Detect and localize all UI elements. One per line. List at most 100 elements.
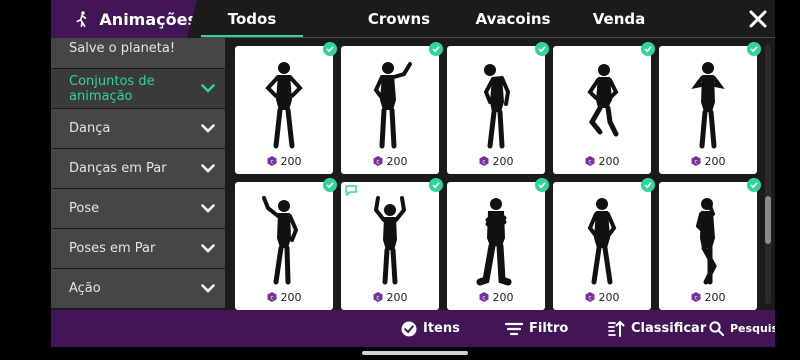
avacoin-icon: c xyxy=(479,292,488,302)
tab-crowns[interactable]: Crowns xyxy=(349,0,449,36)
svg-text:c: c xyxy=(588,158,591,165)
tab-bar: Todos Crowns Avacoins Venda xyxy=(201,0,721,38)
svg-text:c: c xyxy=(270,294,273,301)
app-window: Animações Todos Crowns Avacoins Venda Sa… xyxy=(51,0,775,347)
avacoin-icon: c xyxy=(373,156,382,166)
chevron-down-icon xyxy=(201,204,215,213)
sidebar-item-label: Pose xyxy=(69,201,100,216)
tab-avacoins[interactable]: Avacoins xyxy=(463,0,563,36)
animation-card[interactable]: c 200 xyxy=(447,42,549,174)
price-value: 200 xyxy=(386,154,408,168)
animation-card[interactable]: c 200 xyxy=(659,42,761,174)
avacoin-icon: c xyxy=(691,292,700,302)
price-value: 200 xyxy=(492,290,514,304)
animation-card[interactable]: c 200 xyxy=(553,42,655,174)
items-button[interactable]: Itens xyxy=(401,310,460,347)
filter-lines-icon xyxy=(505,322,523,335)
animation-card[interactable]: c 200 xyxy=(235,42,337,174)
sidebar-item-acao[interactable]: Ação xyxy=(51,269,225,308)
price-value: 200 xyxy=(704,154,726,168)
owned-check-icon xyxy=(323,42,337,56)
price-value: 200 xyxy=(492,154,514,168)
avacoin-icon: c xyxy=(267,156,276,166)
animation-card[interactable]: c 200 xyxy=(341,42,443,174)
sidebar-item-poses-em-par[interactable]: Poses em Par xyxy=(51,229,225,268)
filter-button[interactable]: Filtro xyxy=(505,310,568,347)
search-button[interactable]: Pesquisa xyxy=(709,310,775,347)
sidebar-item-pose[interactable]: Pose xyxy=(51,189,225,228)
sidebar-item-label: Conjuntos de animação xyxy=(69,73,155,104)
sidebar-item-salve-o-planeta[interactable]: Salve o planeta! xyxy=(51,38,225,68)
svg-text:c: c xyxy=(694,158,697,165)
price-value: 200 xyxy=(386,290,408,304)
sidebar-item-conjuntos-de-animacao[interactable]: Conjuntos de animação xyxy=(51,69,225,108)
chevron-down-icon xyxy=(201,244,215,253)
svg-text:c: c xyxy=(482,294,485,301)
owned-check-icon xyxy=(323,178,337,192)
sidebar-item-label: Dança xyxy=(69,121,111,136)
price-value: 200 xyxy=(598,290,620,304)
pose-silhouette-icon xyxy=(476,198,512,286)
sort-icon xyxy=(608,320,625,337)
sidebar-item-label: Danças em Par xyxy=(69,161,167,176)
avacoin-icon: c xyxy=(585,292,594,302)
pose-silhouette-icon xyxy=(587,64,619,137)
footer-toolbar: Itens Filtro Classificar Pesquisa xyxy=(51,310,775,347)
owned-check-icon xyxy=(641,178,655,192)
avacoin-icon: c xyxy=(691,156,700,166)
tab-todos[interactable]: Todos xyxy=(201,0,303,38)
scrollbar-thumb[interactable] xyxy=(765,196,771,244)
sort-button[interactable]: Classificar xyxy=(607,310,706,347)
tab-venda[interactable]: Venda xyxy=(569,0,669,36)
price-tag: c 200 xyxy=(235,154,333,168)
search-label: Pesquisa xyxy=(730,322,775,335)
walking-figure-icon xyxy=(76,11,87,28)
price-value: 200 xyxy=(704,290,726,304)
avacoin-icon: c xyxy=(585,156,594,166)
price-value: 200 xyxy=(280,154,302,168)
sort-label: Classificar xyxy=(631,321,707,336)
owned-check-icon xyxy=(747,42,761,56)
animation-card[interactable]: c 200 xyxy=(447,178,549,310)
filter-label: Filtro xyxy=(529,321,569,336)
animation-card[interactable]: c 200 xyxy=(553,178,655,310)
chevron-down-icon xyxy=(201,124,215,133)
animation-card[interactable]: c 200 xyxy=(341,178,443,310)
svg-text:c: c xyxy=(376,158,379,165)
price-tag: c 200 xyxy=(659,290,757,304)
animation-card[interactable]: c 200 xyxy=(659,178,761,310)
price-tag: c 200 xyxy=(659,154,757,168)
owned-check-icon xyxy=(535,42,549,56)
category-sidebar: Salve o planeta! Conjuntos de animação D… xyxy=(51,38,225,310)
home-gesture-bar[interactable] xyxy=(362,351,468,355)
price-tag: c 200 xyxy=(235,290,333,304)
sidebar-item-danca[interactable]: Dança xyxy=(51,109,225,148)
items-label: Itens xyxy=(423,321,460,336)
avacoin-icon: c xyxy=(267,292,276,302)
animation-grid: c 200 c 200 c 200 c 200 c 200 c 200 c 20… xyxy=(225,38,765,310)
price-tag: c 200 xyxy=(447,154,545,168)
sidebar-item-dancas-em-par[interactable]: Danças em Par xyxy=(51,149,225,188)
chevron-down-icon xyxy=(201,164,215,173)
pose-silhouette-icon xyxy=(262,196,299,285)
owned-check-icon xyxy=(535,178,549,192)
owned-check-icon xyxy=(429,42,443,56)
sidebar-item-label: Poses em Par xyxy=(69,241,156,256)
price-tag: c 200 xyxy=(553,154,651,168)
page-title: Animações xyxy=(99,9,197,29)
svg-text:c: c xyxy=(694,294,697,301)
check-circle-icon xyxy=(401,321,417,336)
animation-card[interactable]: c 200 xyxy=(235,178,337,310)
chat-bubble-icon xyxy=(345,185,357,196)
chevron-down-icon xyxy=(201,284,215,293)
pose-silhouette-icon xyxy=(373,196,407,285)
svg-text:c: c xyxy=(588,294,591,301)
price-tag: c 200 xyxy=(553,290,651,304)
avacoin-icon: c xyxy=(479,156,488,166)
svg-text:c: c xyxy=(482,158,485,165)
avacoin-icon: c xyxy=(373,292,382,302)
pose-silhouette-icon xyxy=(265,62,303,149)
close-icon[interactable] xyxy=(747,8,769,30)
pose-silhouette-icon xyxy=(483,64,511,149)
grid-scrollbar[interactable] xyxy=(765,44,771,304)
